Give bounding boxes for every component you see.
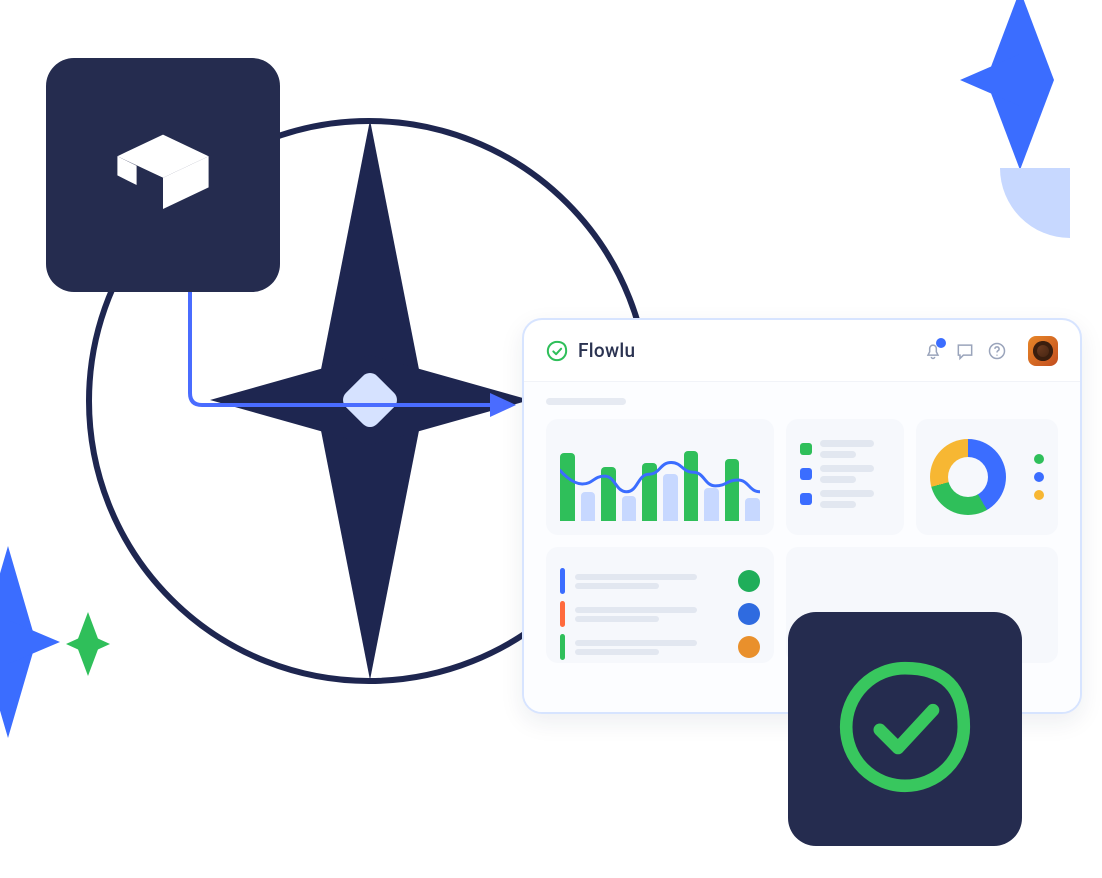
- donut-chart: [930, 439, 1006, 515]
- source-app-card: [46, 58, 280, 292]
- notifications-icon[interactable]: [922, 340, 944, 362]
- breadcrumb-placeholder: [546, 398, 626, 405]
- decorative-star-large: [370, 400, 371, 401]
- activity-list-card[interactable]: [546, 547, 774, 663]
- donut-chart-card[interactable]: [916, 419, 1058, 535]
- metrics-chart-card[interactable]: [546, 419, 774, 535]
- flowlu-badge-card: [788, 612, 1022, 846]
- flowlu-check-icon: [835, 657, 975, 801]
- decorative-quarter-circle: [1000, 168, 1070, 238]
- trend-line: [560, 443, 760, 521]
- donut-legend: [1034, 454, 1044, 500]
- window-header: Flowlu: [524, 320, 1080, 382]
- messages-icon[interactable]: [954, 340, 976, 362]
- help-icon[interactable]: [986, 340, 1008, 362]
- notification-dot: [936, 338, 946, 348]
- flowlu-logo-icon: [546, 340, 568, 362]
- app-title: Flowlu: [578, 339, 635, 362]
- user-avatar[interactable]: [1028, 336, 1058, 366]
- legend-card[interactable]: [786, 419, 904, 535]
- box-icon: [103, 113, 223, 237]
